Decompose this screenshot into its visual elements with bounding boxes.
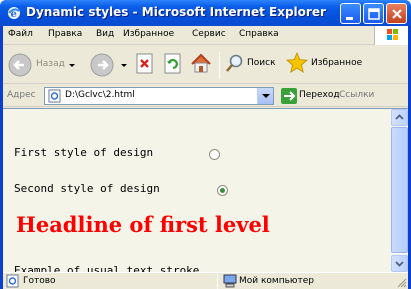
favorites-star-icon <box>286 51 308 73</box>
menu-help[interactable]: Справка <box>239 29 279 39</box>
menu-file[interactable]: Файл <box>8 29 33 39</box>
second-style-text: Second style of design <box>14 182 160 195</box>
first-style-text: First style of design <box>14 146 154 159</box>
search-label: Поиск <box>247 58 276 68</box>
favorites-label: Избранное <box>311 58 363 68</box>
document-view: First style of design Second style of de… <box>3 109 391 272</box>
title-bar[interactable]: e Dynamic styles - Microsoft Internet Ex… <box>0 0 411 26</box>
second-style-radio[interactable] <box>217 185 228 196</box>
menu-tools[interactable]: Сервис <box>192 29 226 39</box>
svg-text:e: e <box>11 9 17 20</box>
refresh-button[interactable] <box>163 53 183 75</box>
first-style-radio[interactable] <box>209 149 220 160</box>
refresh-icon <box>164 53 181 74</box>
minimize-icon <box>346 17 353 20</box>
stop-button[interactable] <box>135 53 155 75</box>
maximize-button[interactable] <box>363 3 384 24</box>
go-label: Переход <box>299 90 340 100</box>
address-label: Адрес <box>7 90 36 100</box>
menu-favorites[interactable]: Избранное <box>123 29 174 39</box>
back-button[interactable]: Назад <box>7 52 75 78</box>
zone-text: Мой компьютер <box>239 276 314 286</box>
windows-flag-icon <box>387 29 398 40</box>
scroll-up-button[interactable] <box>391 109 408 126</box>
forward-dropdown-icon[interactable] <box>121 64 127 67</box>
back-dropdown-icon[interactable] <box>69 64 75 67</box>
minimize-button[interactable] <box>340 3 361 24</box>
forward-arrow-icon <box>90 53 114 77</box>
menu-view[interactable]: Вид <box>96 29 114 39</box>
my-computer-icon <box>223 274 237 288</box>
window-frame: Файл Правка Вид Избранное Сервис Справка <box>3 26 408 289</box>
go-button[interactable]: Переход <box>279 87 340 105</box>
resize-grip-icon[interactable] <box>397 278 407 288</box>
close-icon <box>392 9 402 19</box>
chevron-down-icon <box>262 94 270 98</box>
scroll-up-icon <box>395 114 404 120</box>
favorites-button[interactable]: Избранное <box>286 51 366 76</box>
status-text: Готово <box>23 276 56 286</box>
toolbar-separator <box>219 52 220 78</box>
menu-bar: Файл Правка Вид Избранное Сервис Справка <box>3 26 408 45</box>
links-label[interactable]: Ссылки <box>339 90 374 100</box>
close-button[interactable] <box>386 3 407 24</box>
page-icon <box>48 89 61 103</box>
back-label: Назад <box>36 59 65 69</box>
search-icon <box>226 54 243 72</box>
vertical-scrollbar[interactable] <box>391 109 408 272</box>
address-value[interactable]: D:\Gclvc\2.html <box>65 90 135 100</box>
standard-toolbar: Назад Поиск Избранное <box>3 46 408 84</box>
scroll-down-icon <box>395 261 404 267</box>
address-field[interactable]: D:\Gclvc\2.html <box>44 87 274 105</box>
menu-edit[interactable]: Правка <box>48 29 82 39</box>
page-done-icon <box>6 274 19 288</box>
back-arrow-icon <box>8 53 32 77</box>
scroll-down-button[interactable] <box>391 255 408 272</box>
home-icon <box>191 53 211 73</box>
maximize-icon <box>368 8 380 20</box>
status-bar: Готово Мой компьютер <box>3 272 408 289</box>
address-bar: Адрес D:\Gclvc\2.html Переход Ссылки <box>3 85 408 107</box>
ie-logo-icon: e <box>8 7 20 20</box>
windows-logo <box>374 26 408 45</box>
scroll-thumb[interactable] <box>391 127 408 253</box>
ie-window: e Dynamic styles - Microsoft Internet Ex… <box>0 0 411 289</box>
window-title: Dynamic styles - Microsoft Internet Expl… <box>26 5 326 19</box>
go-arrow-icon <box>281 88 297 104</box>
status-separator <box>217 274 218 289</box>
forward-button[interactable] <box>89 52 129 78</box>
home-button[interactable] <box>189 52 213 76</box>
stop-icon <box>136 53 153 74</box>
content-area: First style of design Second style of de… <box>3 108 408 272</box>
address-dropdown-button[interactable] <box>257 88 273 104</box>
example-text: Example of usual text stroke <box>14 264 200 272</box>
headline: Headline of first level <box>16 212 270 237</box>
search-button[interactable]: Поиск <box>225 53 279 75</box>
